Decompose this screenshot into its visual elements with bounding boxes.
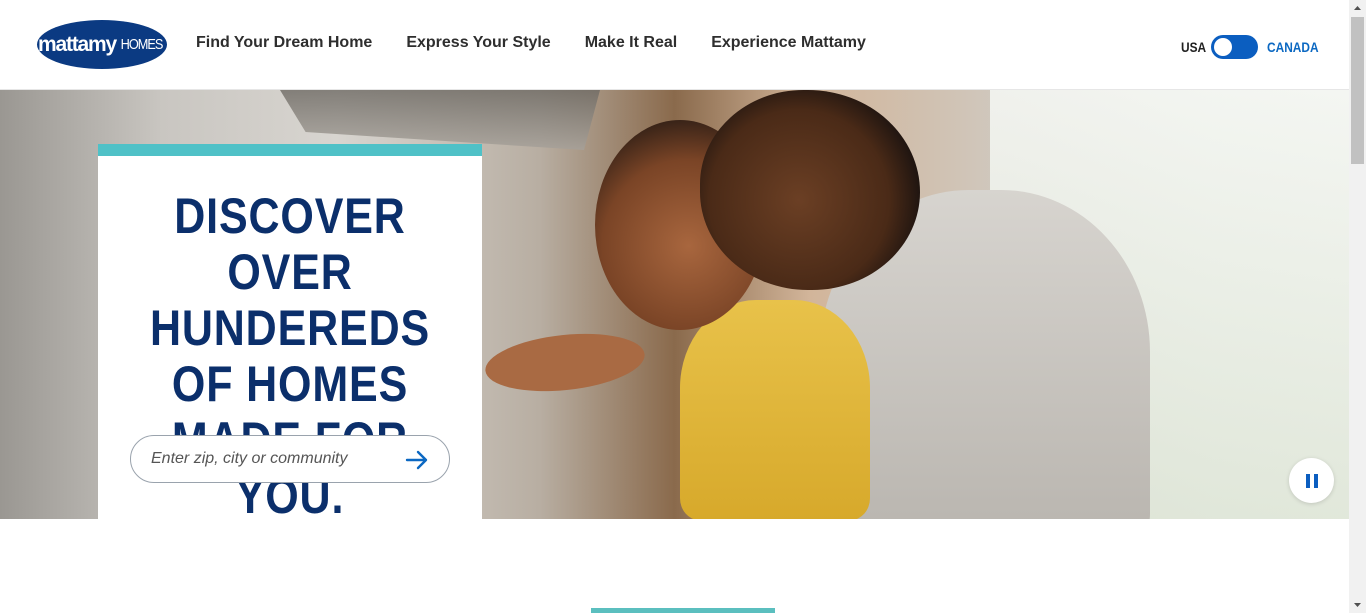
country-canada-label[interactable]: CANADA <box>1267 39 1319 55</box>
location-search <box>130 435 450 483</box>
hero-photo-woman-shirt <box>680 300 870 519</box>
nav-experience-mattamy[interactable]: Experience Mattamy <box>711 34 866 52</box>
country-usa-label[interactable]: USA <box>1181 39 1207 55</box>
mattamy-homes-logo[interactable]: mattamy HOMES <box>37 20 167 69</box>
nav-find-your-dream-home[interactable]: Find Your Dream Home <box>196 34 372 52</box>
hero-photo-range-hood <box>280 90 600 150</box>
scroll-down-arrow-icon[interactable] <box>1349 596 1366 613</box>
slideshow-pause-button[interactable] <box>1289 458 1334 503</box>
main-nav: Find Your Dream Home Express Your Style … <box>196 34 900 52</box>
logo-main-text: mattamy <box>38 32 117 56</box>
pause-icon <box>1304 473 1320 488</box>
page: mattamy HOMES Find Your Dream Home Expres… <box>0 0 1349 613</box>
hero-photo-man <box>700 90 920 290</box>
hero-photo-hand-spoon <box>482 326 648 399</box>
hero-banner: DISCOVER OVER HUNDEREDS OF HOMES MADE FO… <box>0 90 1349 519</box>
toggle-knob <box>1214 38 1232 56</box>
country-switch: USA CANADA <box>1181 35 1328 59</box>
arrow-right-icon[interactable] <box>405 448 429 472</box>
page-scrollbar[interactable] <box>1349 0 1366 613</box>
scrollbar-thumb[interactable] <box>1351 17 1364 164</box>
logo-sub-text: HOMES <box>120 36 164 53</box>
hero-search-card: DISCOVER OVER HUNDEREDS OF HOMES MADE FO… <box>98 144 482 519</box>
site-header: mattamy HOMES Find Your Dream Home Expres… <box>0 0 1349 90</box>
country-toggle[interactable] <box>1211 35 1258 59</box>
nav-express-your-style[interactable]: Express Your Style <box>406 34 550 52</box>
section-accent-bar <box>591 608 775 613</box>
nav-make-it-real[interactable]: Make It Real <box>585 34 677 52</box>
scroll-up-arrow-icon[interactable] <box>1349 0 1366 17</box>
location-search-input[interactable] <box>151 436 401 482</box>
